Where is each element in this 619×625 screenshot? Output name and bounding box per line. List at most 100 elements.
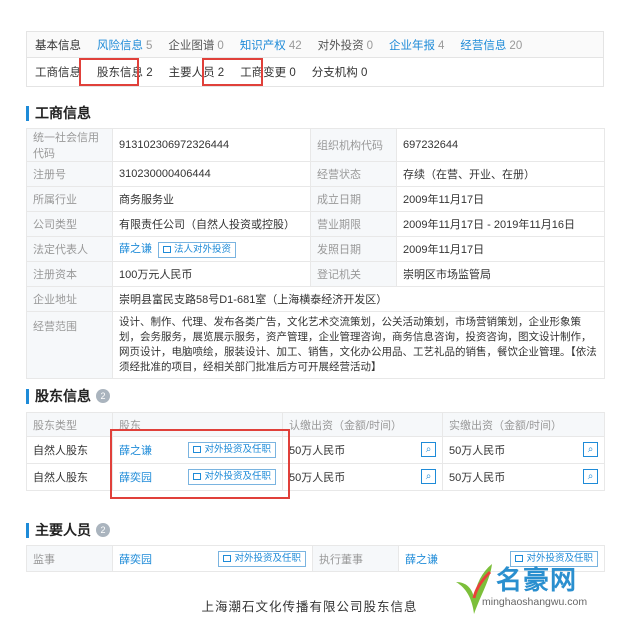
tag-label: 对外投资及任职 [234, 552, 301, 564]
subscribed-value: 50万人民币 [289, 445, 346, 457]
column-header: 认缴出资（金额/时间） [282, 412, 443, 437]
field-value: 设计、制作、代理、发布各类广告，文化艺术交流策划，公关活动策划，市场营销策划，企… [112, 311, 605, 379]
field-value: 2009年11月17日 [396, 236, 605, 262]
tab-count: 4 [438, 39, 445, 52]
paid-cell: 50万人民币 ⌕ [442, 463, 605, 491]
field-label: 法定代表人 [26, 236, 113, 262]
tab-count: 42 [288, 39, 302, 52]
field-label: 公司类型 [26, 211, 113, 237]
paid-value: 50万人民币 [449, 445, 506, 457]
field-value: 有限责任公司（自然人投资或控股） [112, 211, 311, 237]
column-header: 股东类型 [26, 412, 113, 437]
table-row: 公司类型 有限责任公司（自然人投资或控股） 营业期限 2009年11月17日 -… [26, 211, 605, 237]
field-label: 成立日期 [310, 186, 397, 212]
tab-count: 20 [509, 39, 523, 52]
field-label: 发照日期 [310, 236, 397, 262]
field-value: 310230000406444 [112, 161, 311, 187]
role-label: 监事 [26, 545, 113, 572]
tab-label: 对外投资 [317, 39, 364, 52]
section-title-text: 主要人员 [35, 522, 91, 538]
field-label: 统一社会信用代码 [26, 128, 113, 162]
person-name-link[interactable]: 薛之谦 [405, 554, 438, 566]
role-label: 执行董事 [312, 545, 399, 572]
section-title-text: 工商信息 [35, 105, 91, 121]
search-icon[interactable]: ⌕ [421, 442, 436, 457]
section-title-text: 股东信息 [35, 388, 91, 404]
field-value: 2009年11月17日 - 2019年11月16日 [396, 211, 605, 237]
section-accent-bar [26, 105, 29, 121]
field-label: 经营状态 [310, 161, 397, 187]
paid-cell: 50万人民币 ⌕ [442, 436, 605, 464]
table-row: 注册号 310230000406444 经营状态 存续（在营、开业、在册） [26, 161, 605, 187]
field-label: 登记机关 [310, 261, 397, 287]
section-accent-bar [26, 388, 29, 404]
tab-label: 企业图谱 [168, 39, 215, 52]
field-label: 所属行业 [26, 186, 113, 212]
search-icon[interactable]: ⌕ [583, 469, 598, 484]
count-badge: 2 [96, 523, 110, 537]
field-value: 崇明县富民支路58号D1-681室（上海横泰经济开发区） [112, 286, 605, 312]
tab-label: 基本信息 [35, 39, 81, 52]
tab-label: 企业年报 [389, 39, 436, 52]
field-label: 企业地址 [26, 286, 113, 312]
tab-label: 知识产权 [239, 39, 286, 52]
tag-label: 法人对外投资 [174, 244, 232, 255]
table-row: 企业地址 崇明县富民支路58号D1-681室（上海横泰经济开发区） [26, 286, 605, 312]
field-value: 100万元人民币 [112, 261, 311, 287]
subtab-branches[interactable]: 分支机构 0 [304, 64, 376, 80]
field-value: 商务服务业 [112, 186, 311, 212]
investment-position-button[interactable]: 对外投资及任职 [218, 550, 306, 567]
legal-rep-link[interactable]: 薛之谦 [119, 243, 152, 255]
field-label: 经营范围 [26, 311, 113, 379]
section-title-business: 工商信息 [26, 103, 91, 123]
tab-investment[interactable]: 对外投资 0 [310, 37, 381, 53]
subscribed-cell: 50万人民币 ⌕ [282, 463, 443, 491]
tab-count: 0 [217, 39, 224, 52]
section-accent-bar [26, 522, 29, 538]
document-icon [223, 554, 232, 562]
tab-operation-info[interactable]: 经营信息 20 [452, 37, 530, 53]
watermark-brand: 名豪网 [496, 565, 578, 595]
tab-count: 5 [146, 39, 153, 52]
search-icon[interactable]: ⌕ [421, 469, 436, 484]
search-icon[interactable]: ⌕ [583, 442, 598, 457]
tab-label: 经营信息 [460, 39, 507, 52]
field-value: 存续（在营、开业、在册） [396, 161, 605, 187]
field-value: 崇明区市场监管局 [396, 261, 605, 287]
tab-ip[interactable]: 知识产权 42 [232, 37, 310, 53]
tab-annual-report[interactable]: 企业年报 4 [381, 37, 452, 53]
field-label: 组织机构代码 [310, 128, 397, 162]
person-name-link[interactable]: 薛奕园 [119, 554, 152, 566]
legal-investment-button[interactable]: 法人对外投资 [158, 242, 237, 258]
business-info-table: 统一社会信用代码 913102306972326444 组织机构代码 69723… [26, 128, 605, 379]
table-row: 注册资本 100万元人民币 登记机关 崇明区市场监管局 [26, 261, 605, 287]
field-label: 注册号 [26, 161, 113, 187]
highlight-box-shareholders-tab [79, 58, 139, 86]
shareholder-type: 自然人股东 [26, 463, 113, 491]
table-row: 法定代表人 薛之谦 法人对外投资 发照日期 2009年11月17日 [26, 236, 605, 262]
count-badge: 2 [96, 389, 110, 403]
image-caption: 上海潮石文化传播有限公司股东信息 [201, 600, 418, 614]
highlight-box-shareholders [110, 429, 290, 499]
field-label: 注册资本 [26, 261, 113, 287]
top-tab-bar: 基本信息 风险信息 5 企业图谱 0 知识产权 42 对外投资 0 企业年报 4 经营信息… [26, 31, 604, 57]
column-header: 实缴出资（金额/时间） [442, 412, 605, 437]
tab-risk-info[interactable]: 风险信息 5 [89, 37, 160, 53]
tab-company-graph[interactable]: 企业图谱 0 [160, 37, 231, 53]
paid-value: 50万人民币 [449, 472, 506, 484]
person-cell: 薛奕园 对外投资及任职 [112, 545, 313, 572]
field-value: 2009年11月17日 [396, 186, 605, 212]
field-value: 913102306972326444 [112, 128, 311, 162]
legal-rep-cell: 薛之谦 法人对外投资 [112, 236, 311, 262]
tab-basic-info[interactable]: 基本信息 [27, 37, 89, 53]
section-title-shareholders: 股东信息 2 [26, 386, 110, 406]
subscribed-cell: 50万人民币 ⌕ [282, 436, 443, 464]
section-title-personnel: 主要人员 2 [26, 520, 110, 540]
table-row: 经营范围 设计、制作、代理、发布各类广告，文化艺术交流策划，公关活动策划，市场营… [26, 311, 605, 379]
subscribed-value: 50万人民币 [289, 472, 346, 484]
tab-label: 风险信息 [97, 39, 143, 52]
highlight-box-changes-tab [202, 58, 263, 86]
shareholder-type: 自然人股东 [26, 436, 113, 464]
table-row: 统一社会信用代码 913102306972326444 组织机构代码 69723… [26, 128, 605, 162]
field-label: 营业期限 [310, 211, 397, 237]
